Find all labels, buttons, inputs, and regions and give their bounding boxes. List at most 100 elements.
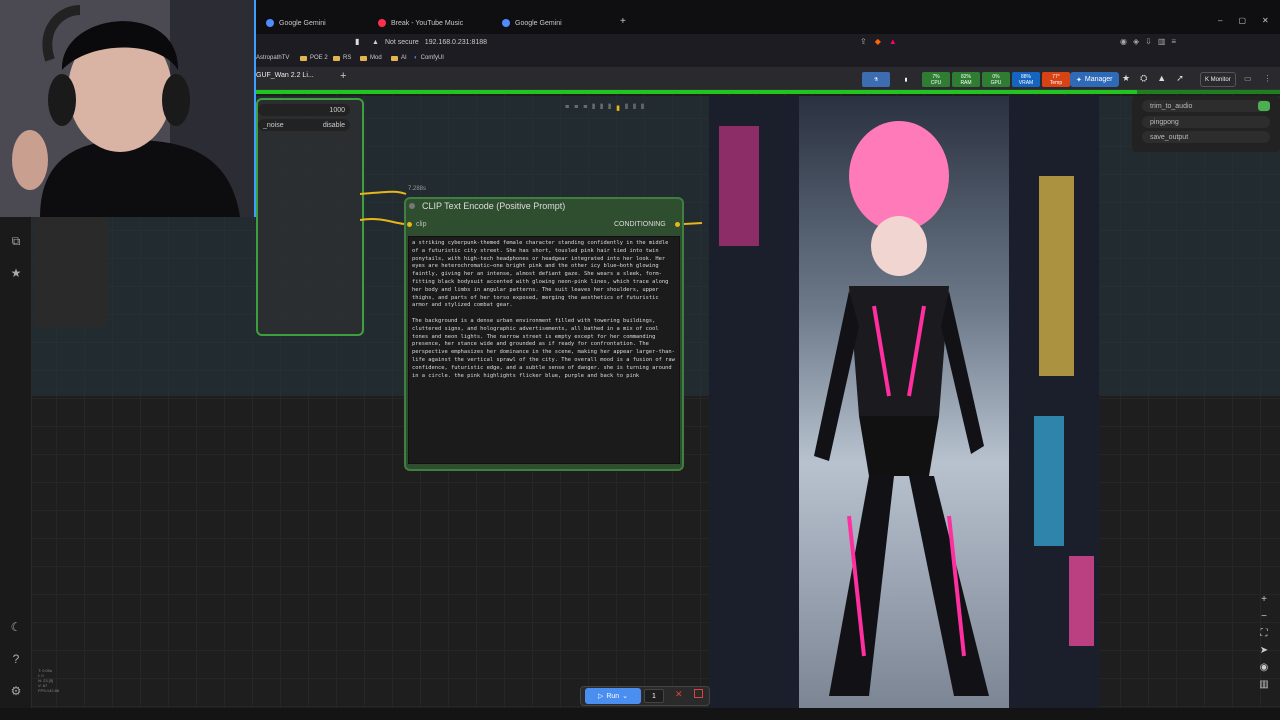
distribute-icon[interactable]: ⫴: [641, 104, 644, 112]
bookmark-mod[interactable]: Mod: [360, 55, 382, 61]
share-icon[interactable]: ➚: [1176, 73, 1184, 84]
zoom-in-icon[interactable]: +: [1261, 594, 1267, 605]
bookmark-astropathtv[interactable]: AstropathTV: [256, 55, 289, 61]
map-icon[interactable]: ▥: [1259, 679, 1268, 690]
browser-tab-gemini-1[interactable]: Google Gemini: [258, 13, 334, 33]
manager-button[interactable]: ✦ Manager: [1070, 72, 1119, 87]
partial-node[interactable]: [34, 217, 108, 327]
close-icon[interactable]: ✕: [1262, 16, 1269, 25]
youtube-music-icon: [378, 19, 386, 27]
distribute-icon[interactable]: ⫴: [592, 104, 595, 112]
noise-widget[interactable]: _noise disable: [258, 119, 350, 131]
widget-name: _noise: [263, 121, 284, 129]
resource-monitor: ⚗ ▮ 7% CPU 82% RAM 0% GPU 88% VRAM 77° Temp: [862, 72, 1070, 87]
sidebar-icon[interactable]: ▥: [1158, 37, 1166, 46]
webcam-overlay: [0, 0, 256, 217]
toggle-on-icon[interactable]: [1258, 101, 1270, 111]
option-trim-to-audio[interactable]: trim_to_audio: [1142, 100, 1270, 112]
cpu-label: CPU: [930, 79, 942, 86]
rewards-icon[interactable]: ▲: [889, 37, 897, 46]
more-icon[interactable]: ⋮: [1264, 74, 1272, 83]
conditioning-output-socket-icon[interactable]: [675, 222, 680, 227]
collapse-dot-icon[interactable]: [409, 203, 415, 209]
generated-image-preview[interactable]: [709, 96, 1099, 708]
add-workflow-button[interactable]: +: [340, 70, 346, 82]
clip-input-socket-icon[interactable]: [407, 222, 412, 227]
color-icon[interactable]: ▮: [616, 104, 620, 112]
folder-icon: [333, 55, 340, 61]
batch-count-input[interactable]: 1: [644, 689, 664, 703]
k-monitor-button[interactable]: K Monitor: [1200, 72, 1236, 87]
star-icon[interactable]: ★: [0, 263, 32, 283]
gemini-icon: [266, 19, 274, 27]
distribute-icon[interactable]: ⫴: [633, 104, 636, 112]
bookmark-comfyui[interactable]: ◐ ComfyUI: [414, 55, 444, 61]
help-icon[interactable]: ?: [0, 649, 32, 669]
sampler-node[interactable]: [256, 98, 364, 336]
prompt-textarea[interactable]: a striking cyberpunk-themed female chara…: [408, 236, 680, 464]
model-icon[interactable]: ⛭: [1140, 73, 1147, 84]
bookmark-label: AI: [401, 55, 407, 61]
zoom-out-icon[interactable]: −: [1261, 611, 1267, 622]
moon-icon[interactable]: ☾: [0, 617, 32, 637]
run-label: Run: [606, 692, 620, 700]
stop-icon[interactable]: [694, 689, 703, 698]
folder-icon: [360, 55, 367, 61]
extension-icon[interactable]: ◉: [1120, 37, 1127, 46]
address-actions: ⇪ ◆ ▲: [860, 37, 897, 46]
queue-icon[interactable]: ⚗: [862, 72, 890, 87]
puzzle-icon: ✦: [1076, 76, 1082, 84]
run-button[interactable]: ▷ Run ⌄: [585, 688, 641, 704]
fps-info: T: 0.00s I: 0 N: 23 [5] V: 67 FPS:142.86: [38, 668, 60, 693]
share-icon[interactable]: ⇪: [860, 37, 867, 46]
url-field[interactable]: ▲ Not secure 192.168.0.231:8188: [372, 36, 487, 49]
manager-label: Manager: [1084, 76, 1113, 83]
align-icon[interactable]: ≡: [565, 104, 569, 112]
k-monitor-label: K Monitor: [1205, 76, 1231, 83]
nodes-map-icon[interactable]: ⧉: [0, 231, 32, 251]
navigate-icon[interactable]: ➤: [1260, 645, 1268, 656]
play-icon: ▷: [597, 693, 604, 700]
distribute-icon[interactable]: ⫴: [600, 104, 603, 112]
fit-view-icon[interactable]: ⛶: [1261, 628, 1268, 639]
workflow-tab[interactable]: GUF_Wan 2.2 Li...: [256, 72, 314, 79]
wire: [683, 222, 703, 225]
steps-widget[interactable]: 1000: [258, 104, 350, 116]
eye-icon[interactable]: ◉: [1260, 662, 1269, 673]
bookmark-icon[interactable]: ▮: [892, 72, 920, 87]
temp-label: Temp: [1049, 79, 1063, 86]
align-icon[interactable]: ≡: [583, 104, 587, 112]
download-icon[interactable]: ⇩: [1145, 37, 1152, 46]
minimize-icon[interactable]: –: [1218, 16, 1222, 25]
clip-input-label: clip: [416, 221, 427, 228]
option-save-output[interactable]: save_output: [1142, 131, 1270, 143]
option-pingpong[interactable]: pingpong: [1142, 116, 1270, 128]
tab-label: Google Gemini: [279, 19, 326, 27]
bookmark-poe2[interactable]: POE 2: [300, 55, 328, 61]
cancel-icon[interactable]: ✕: [675, 689, 683, 700]
brave-shield-icon[interactable]: ◆: [875, 37, 881, 46]
bookmark-label: AstropathTV: [256, 55, 290, 61]
settings-icon[interactable]: ⚙: [0, 681, 32, 701]
bookmark-rs[interactable]: RS: [333, 55, 351, 61]
maximize-icon[interactable]: ▢: [1238, 16, 1246, 25]
ram-label: RAM: [960, 79, 972, 86]
workflow-tab-label: GUF_Wan 2.2 Li...: [256, 72, 314, 79]
browser-tab-youtube-music[interactable]: Break - YouTube Music: [370, 13, 471, 33]
distribute-icon[interactable]: ⫴: [608, 104, 611, 112]
align-icon[interactable]: ≡: [574, 104, 578, 112]
bookmark-ai[interactable]: AI: [391, 55, 407, 61]
bookmark-label: Mod: [370, 55, 382, 61]
extension-icon[interactable]: ◈: [1133, 37, 1139, 46]
menu-icon[interactable]: ≡: [1171, 37, 1176, 46]
comfyui-icon: ◐: [414, 55, 418, 61]
shortcut-icon[interactable]: ▲: [1157, 73, 1166, 84]
panel-icon[interactable]: ▭: [1244, 74, 1252, 83]
widget-value: disable: [322, 121, 345, 129]
browser-tab-gemini-2[interactable]: Google Gemini: [494, 13, 570, 33]
cyberpunk-character-image: [709, 96, 1099, 708]
distribute-icon[interactable]: ⫴: [625, 104, 628, 112]
new-tab-button[interactable]: +: [620, 16, 626, 27]
bookmark-page-icon[interactable]: ▮: [355, 37, 359, 46]
star-icon[interactable]: ★: [1122, 73, 1130, 84]
